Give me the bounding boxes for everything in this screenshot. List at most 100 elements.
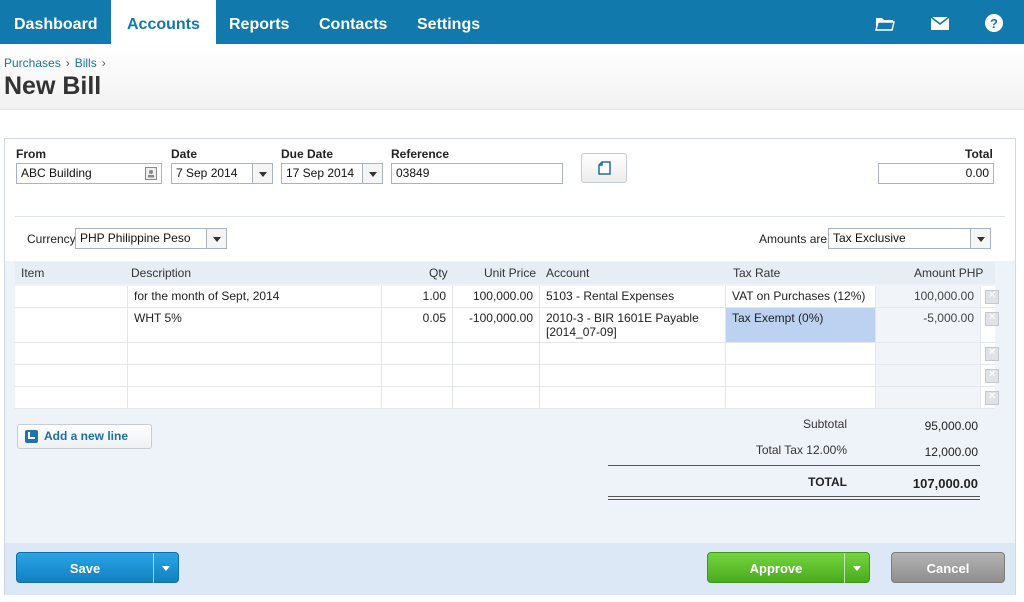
account-cell[interactable] (540, 387, 726, 408)
total-tax-label: Total Tax 12.00% (755, 443, 847, 457)
nav-tab-contacts[interactable]: Contacts (305, 0, 401, 44)
item-cell[interactable] (15, 387, 128, 408)
contact-card-icon[interactable] (145, 167, 157, 180)
unit-price-cell[interactable]: -100,000.00 (453, 308, 540, 342)
amounts-are-label: Amounts are (759, 232, 828, 246)
description-cell[interactable] (128, 387, 382, 408)
currency-dropdown-arrow-icon[interactable] (206, 229, 226, 248)
total-label: Total (965, 147, 993, 161)
subtotal-label: Subtotal (802, 417, 847, 431)
due-date-value: 17 Sep 2014 (286, 166, 355, 180)
line-items-header: Item Description Qty Unit Price Account … (15, 262, 995, 284)
description-cell[interactable]: for the month of Sept, 2014 (128, 286, 382, 307)
item-cell[interactable] (15, 343, 128, 364)
qty-cell[interactable] (382, 343, 453, 364)
folder-icon[interactable] (874, 12, 896, 34)
amounts-dropdown-arrow-icon[interactable] (970, 229, 990, 248)
header-tax-rate: Tax Rate (733, 266, 781, 280)
due-date-field[interactable]: 17 Sep 2014 (281, 163, 383, 184)
grand-total-label: TOTAL (808, 475, 847, 489)
from-label: From (16, 147, 46, 161)
add-line-icon (25, 430, 38, 443)
add-new-line-button[interactable]: Add a new line (17, 424, 152, 449)
nav-tab-dashboard[interactable]: Dashboard (0, 0, 112, 44)
header-amount: Amount PHP (914, 266, 984, 280)
qty-cell[interactable] (382, 387, 453, 408)
help-icon[interactable]: ? (983, 12, 1005, 34)
reference-field[interactable]: 03849 (391, 163, 563, 184)
breadcrumb-separator: › (101, 56, 106, 70)
total-field[interactable]: 0.00 (878, 163, 994, 184)
nav-tab-accounts[interactable]: Accounts (111, 0, 216, 44)
date-value: 7 Sep 2014 (176, 166, 238, 180)
from-value: ABC Building (21, 166, 92, 180)
header-item: Item (21, 266, 45, 280)
header-account: Account (546, 266, 590, 280)
subtotal-value: 95,000.00 (924, 419, 978, 433)
amounts-are-value: Tax Exclusive (833, 231, 906, 245)
item-cell[interactable] (15, 365, 128, 386)
add-new-line-label: Add a new line (44, 429, 129, 443)
breadcrumb-bills[interactable]: Bills (75, 56, 97, 70)
unit-price-cell[interactable] (453, 365, 540, 386)
amount-cell (876, 343, 981, 364)
totals-double-line-top (608, 496, 980, 497)
delete-icon[interactable] (985, 347, 999, 361)
svg-text:?: ? (990, 16, 998, 31)
tax-rate-cell[interactable] (726, 343, 876, 364)
delete-icon[interactable] (985, 290, 999, 304)
unit-price-cell[interactable] (453, 343, 540, 364)
top-nav: Dashboard Accounts Reports Contacts Sett… (0, 0, 1024, 44)
breadcrumb-purchases[interactable]: Purchases (4, 56, 61, 70)
action-bar: Save Approve Cancel (5, 543, 1015, 595)
approve-button[interactable]: Approve (707, 552, 870, 584)
save-dropdown-arrow-icon[interactable] (153, 553, 178, 584)
breadcrumb-separator: › (65, 56, 70, 70)
currency-label: Currency (27, 232, 76, 246)
description-cell[interactable]: WHT 5% (128, 308, 382, 342)
amounts-are-select[interactable]: Tax Exclusive (828, 228, 991, 249)
amount-cell (876, 365, 981, 386)
currency-value: PHP Philippine Peso (80, 231, 191, 245)
account-cell[interactable]: 2010-3 - BIR 1601E Payable [2014_07-09] (540, 308, 726, 342)
page-header: Purchases › Bills › New Bill (0, 44, 1024, 110)
save-label: Save (69, 561, 101, 576)
date-field[interactable]: 7 Sep 2014 (171, 163, 273, 184)
item-cell[interactable] (15, 308, 128, 342)
cancel-button[interactable]: Cancel (891, 552, 1005, 583)
due-date-dropdown-arrow-icon[interactable] (362, 164, 382, 183)
delete-icon[interactable] (985, 391, 999, 405)
qty-cell[interactable]: 0.05 (382, 308, 453, 342)
nav-tab-settings[interactable]: Settings (403, 0, 494, 44)
approve-dropdown-arrow-icon[interactable] (844, 553, 869, 584)
tax-rate-cell[interactable]: VAT on Purchases (12%) (726, 286, 876, 307)
date-dropdown-arrow-icon[interactable] (252, 164, 272, 183)
due-date-label: Due Date (281, 147, 334, 161)
tax-rate-cell[interactable] (726, 365, 876, 386)
header-unit-price: Unit Price (484, 266, 537, 280)
account-cell[interactable] (540, 365, 726, 386)
account-cell[interactable]: 5103 - Rental Expenses (540, 286, 726, 307)
tax-rate-cell[interactable] (726, 387, 876, 408)
description-cell[interactable] (128, 365, 382, 386)
item-cell[interactable] (15, 286, 128, 307)
unit-price-cell[interactable]: 100,000.00 (453, 286, 540, 307)
from-field[interactable]: ABC Building (16, 163, 162, 184)
delete-icon[interactable] (985, 369, 999, 383)
approve-label: Approve (749, 561, 803, 576)
mail-icon[interactable] (929, 12, 951, 34)
qty-cell[interactable] (382, 365, 453, 386)
amount-cell: -5,000.00 (876, 308, 981, 342)
copy-button[interactable] (581, 153, 627, 183)
account-cell[interactable] (540, 343, 726, 364)
breadcrumb: Purchases › Bills › (4, 56, 111, 70)
delete-icon[interactable] (985, 312, 999, 326)
tax-rate-cell[interactable]: Tax Exempt (0%) (726, 308, 876, 342)
save-button[interactable]: Save (16, 552, 179, 584)
page-title: New Bill (4, 72, 102, 100)
unit-price-cell[interactable] (453, 387, 540, 408)
description-cell[interactable] (128, 343, 382, 364)
qty-cell[interactable]: 1.00 (382, 286, 453, 307)
nav-tab-reports[interactable]: Reports (215, 0, 303, 44)
currency-select[interactable]: PHP Philippine Peso (75, 228, 227, 249)
